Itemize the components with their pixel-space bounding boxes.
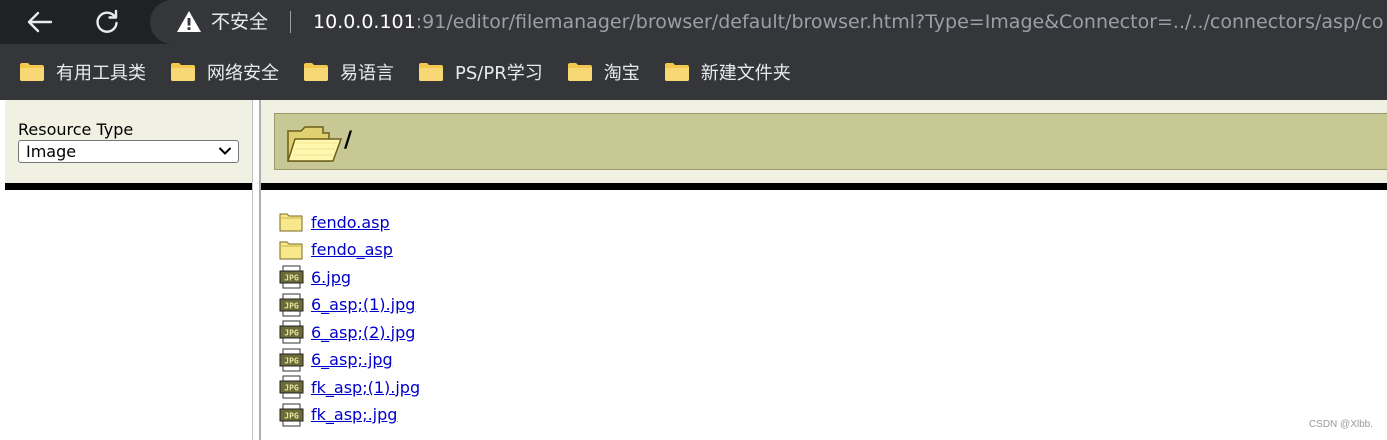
warning-icon[interactable] bbox=[176, 9, 202, 35]
folder-icon bbox=[279, 241, 303, 259]
file-browser-frame: / fendo.asp fendo_asp JPG 6.jpg JPG 6_asp;(1)… bbox=[261, 100, 1387, 440]
back-arrow-icon bbox=[27, 11, 53, 33]
reload-button[interactable] bbox=[89, 4, 125, 40]
jpg-file-icon: JPG bbox=[279, 320, 304, 344]
security-status-label[interactable]: 不安全 bbox=[211, 10, 268, 34]
current-path: / bbox=[344, 128, 353, 153]
folder-icon bbox=[304, 63, 328, 81]
folder-icon bbox=[419, 63, 443, 81]
bookmark-label: 淘宝 bbox=[603, 63, 640, 84]
folder-icon bbox=[279, 213, 303, 232]
file-link[interactable]: fk_asp;.jpg bbox=[311, 405, 397, 424]
folder-row: fendo.asp bbox=[279, 210, 390, 234]
left-panel-separator bbox=[5, 183, 252, 190]
svg-text:JPG: JPG bbox=[284, 356, 299, 365]
url-separator bbox=[290, 11, 291, 33]
file-link[interactable]: fendo.asp bbox=[311, 213, 390, 232]
folder-row: fendo_asp bbox=[279, 238, 393, 262]
resource-type-frame: Resource Type Image bbox=[0, 100, 260, 440]
watermark: CSDN @Xlbb. bbox=[1308, 419, 1373, 430]
bookmark-label: 网络安全 bbox=[207, 63, 279, 84]
file-row: JPG fk_asp;(1).jpg bbox=[279, 375, 420, 399]
back-button[interactable] bbox=[22, 4, 58, 40]
file-link[interactable]: fk_asp;(1).jpg bbox=[311, 378, 420, 397]
svg-text:JPG: JPG bbox=[284, 274, 299, 283]
bookmark-item[interactable]: 易语言 bbox=[303, 59, 394, 85]
reload-icon bbox=[96, 9, 118, 33]
file-link[interactable]: 6_asp;(2).jpg bbox=[311, 323, 415, 342]
right-panel-separator bbox=[261, 183, 1387, 190]
chevron-down-icon bbox=[218, 147, 232, 155]
bookmark-item[interactable]: 有用工具类 bbox=[19, 59, 146, 85]
bookmark-label: 易语言 bbox=[340, 63, 394, 84]
address-bar[interactable]: 不安全 10.0.0.101:91/editor/filemanager/bro… bbox=[150, 0, 1387, 44]
browser-toolbar: 不安全 10.0.0.101:91/editor/filemanager/bro… bbox=[0, 0, 1387, 44]
folder-icon bbox=[20, 63, 44, 81]
bookmark-item[interactable]: 新建文件夹 bbox=[664, 59, 791, 85]
file-link[interactable]: 6.jpg bbox=[311, 268, 351, 287]
bookmark-label: 有用工具类 bbox=[56, 63, 146, 84]
resource-type-label: Resource Type bbox=[18, 120, 134, 139]
bookmarks-bar: 有用工具类 网络安全 易语言 PS/PR学习 淘宝 新建文件夹 bbox=[0, 44, 1387, 100]
jpg-file-icon: JPG bbox=[279, 348, 304, 371]
bookmark-item[interactable]: 网络安全 bbox=[170, 59, 279, 85]
svg-text:JPG: JPG bbox=[284, 384, 299, 393]
folder-icon bbox=[567, 63, 592, 81]
bookmark-label: 新建文件夹 bbox=[700, 63, 791, 84]
jpg-file-icon: JPG bbox=[279, 375, 304, 399]
file-row: JPG 6_asp;(1).jpg bbox=[279, 293, 415, 317]
jpg-file-icon: JPG bbox=[279, 403, 304, 426]
resource-type-panel: Resource Type Image bbox=[5, 100, 252, 183]
file-row: JPG 6.jpg bbox=[279, 265, 351, 289]
url-path: :91/editor/filemanager/browser/default/b… bbox=[415, 11, 1383, 33]
current-folder-bar: / bbox=[274, 113, 1387, 170]
jpg-file-icon: JPG bbox=[279, 265, 304, 289]
file-link[interactable]: fendo_asp bbox=[311, 240, 393, 259]
file-row: JPG fk_asp;.jpg bbox=[279, 403, 397, 427]
folder-icon bbox=[171, 63, 195, 81]
file-link[interactable]: 6_asp;.jpg bbox=[311, 350, 393, 369]
file-row: JPG 6_asp;(2).jpg bbox=[279, 320, 415, 344]
url-text[interactable]: 10.0.0.101:91/editor/filemanager/browser… bbox=[313, 10, 1383, 34]
svg-text:JPG: JPG bbox=[284, 411, 299, 420]
url-host: 10.0.0.101 bbox=[313, 11, 416, 33]
bookmark-label: PS/PR学习 bbox=[455, 63, 543, 84]
svg-text:JPG: JPG bbox=[284, 329, 299, 338]
resource-type-select[interactable]: Image bbox=[18, 140, 239, 163]
resource-type-value: Image bbox=[26, 142, 77, 161]
bookmark-item[interactable]: PS/PR学习 bbox=[418, 59, 543, 85]
open-folder-icon[interactable] bbox=[285, 121, 343, 165]
folder-icon bbox=[664, 63, 689, 81]
jpg-file-icon: JPG bbox=[279, 293, 304, 316]
file-row: JPG 6_asp;.jpg bbox=[279, 348, 393, 372]
file-link[interactable]: 6_asp;(1).jpg bbox=[311, 295, 415, 314]
svg-text:JPG: JPG bbox=[284, 301, 299, 310]
bookmark-item[interactable]: 淘宝 bbox=[567, 59, 640, 85]
